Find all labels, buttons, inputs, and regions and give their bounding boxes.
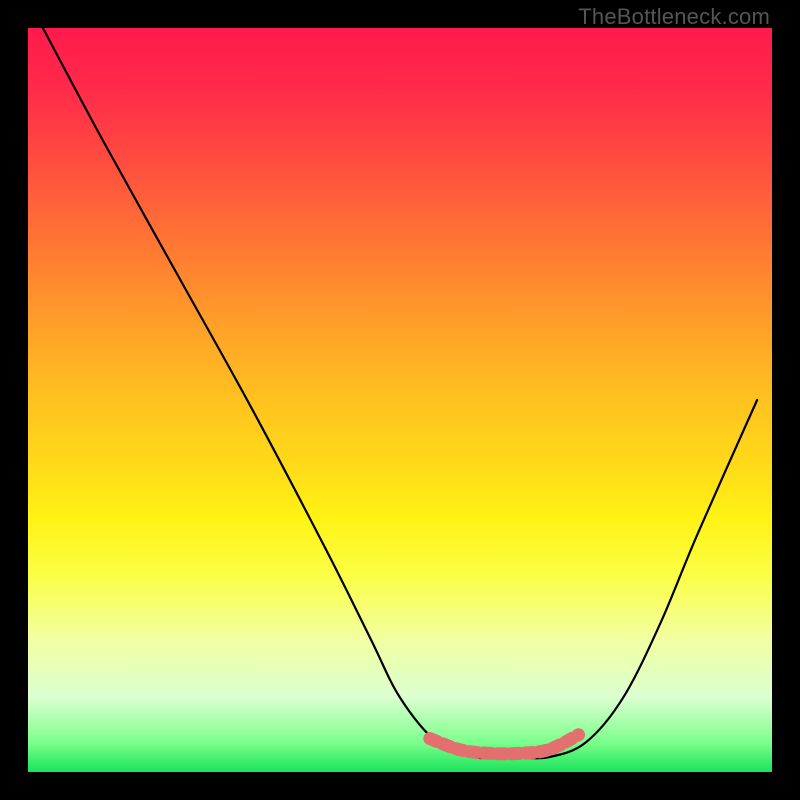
chart-frame: TheBottleneck.com (0, 0, 800, 800)
curve-svg (28, 28, 772, 772)
plot-area (28, 28, 772, 772)
attribution-label: TheBottleneck.com (578, 4, 770, 30)
highlight-band (430, 735, 579, 754)
bottleneck-curve (43, 28, 757, 758)
